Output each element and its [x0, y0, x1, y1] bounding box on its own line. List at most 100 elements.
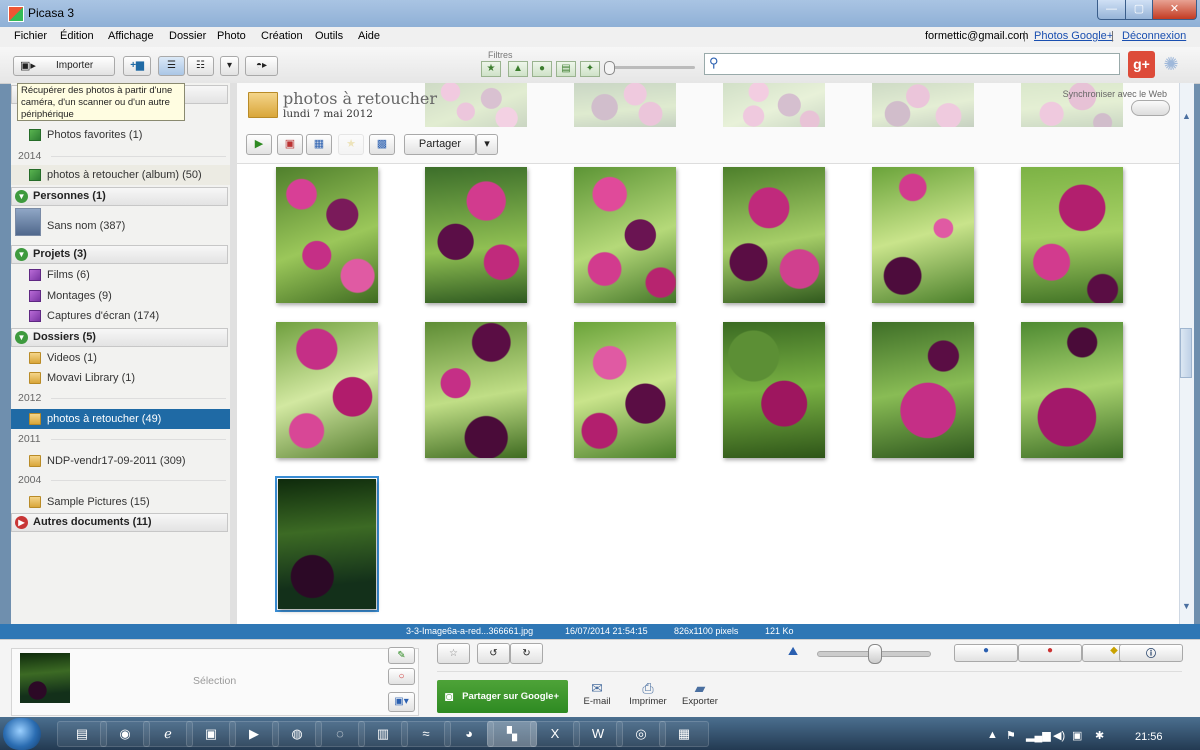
sync-toggle[interactable]: [1131, 100, 1170, 116]
section-projects[interactable]: ▼ Projets (3): [11, 245, 228, 264]
rotate-right-icon[interactable]: ↻: [510, 643, 543, 664]
network-icon[interactable]: ▂▄▆: [1026, 729, 1051, 742]
info-icon[interactable]: ⓘ: [1119, 644, 1183, 662]
pin-icon[interactable]: ✎: [388, 647, 415, 664]
save-icon[interactable]: ▩: [369, 134, 395, 155]
share-dropdown-icon[interactable]: ▾: [476, 134, 498, 155]
sidebar-item-unnamed-person[interactable]: Sans nom (387): [11, 216, 230, 236]
photo-thumbnail[interactable]: [574, 167, 676, 303]
sidebar-item-album-retoucher[interactable]: photos à retoucher (album) (50): [11, 165, 230, 185]
header-faded-photo: [872, 83, 974, 127]
add-to-album-icon[interactable]: ▣▾: [388, 692, 415, 712]
menu-affichage[interactable]: Affichage: [108, 30, 154, 42]
photo-thumbnail-selected[interactable]: [278, 479, 376, 609]
thumbnail-size-knob[interactable]: [868, 644, 882, 664]
close-button[interactable]: ✕: [1152, 0, 1197, 20]
menu-creation[interactable]: Création: [261, 30, 303, 42]
menu-dossier[interactable]: Dossier: [169, 30, 206, 42]
menu-photo[interactable]: Photo: [217, 30, 246, 42]
email-button[interactable]: ✉ E-mail: [574, 680, 620, 707]
start-button-icon[interactable]: [3, 718, 41, 750]
photo-grid-area: photos à retoucher lundi 7 mai 2012 Sync…: [237, 83, 1179, 624]
sidebar-item-movavi[interactable]: Movavi Library (1): [11, 368, 230, 388]
sidebar-item-videos[interactable]: Videos (1): [11, 348, 230, 368]
slideshow-play-icon[interactable]: ▶: [246, 134, 272, 155]
show-hidden-icons-icon[interactable]: ▲: [987, 729, 998, 741]
selection-thumbnail[interactable]: [20, 653, 70, 703]
menu-fichier[interactable]: Fichier: [14, 30, 47, 42]
rotate-left-icon[interactable]: ↺: [477, 643, 510, 664]
scroll-thumb[interactable]: [1180, 328, 1192, 378]
google-plus-icon[interactable]: g+: [1128, 51, 1155, 78]
photo-thumbnail[interactable]: [425, 322, 527, 458]
volume-icon[interactable]: ◀): [1053, 729, 1065, 742]
menu-outils[interactable]: Outils: [315, 30, 343, 42]
photo-thumbnail[interactable]: [1021, 167, 1123, 303]
photo-thumbnail[interactable]: [1021, 322, 1123, 458]
photo-thumbnail[interactable]: [276, 322, 378, 458]
scroll-down-icon[interactable]: ▼: [1182, 601, 1191, 611]
filter-upload-icon[interactable]: ▲: [508, 61, 528, 77]
date-filter-slider[interactable]: [609, 66, 695, 69]
menu-edition[interactable]: Édition: [60, 30, 94, 42]
photos-google-link[interactable]: Photos Google+: [1034, 30, 1113, 42]
sidebar-item-captures[interactable]: Captures d'écran (174): [11, 306, 230, 326]
sidebar-item-films[interactable]: Films (6): [11, 265, 230, 285]
flag-icon[interactable]: ⚑: [1006, 729, 1016, 742]
photo-thumbnail[interactable]: [872, 322, 974, 458]
filter-video-icon[interactable]: ▤: [556, 61, 576, 77]
share-button[interactable]: Partager: [404, 134, 476, 155]
sidebar-item-favorites[interactable]: Photos favorites (1): [11, 125, 230, 145]
filter-people-icon[interactable]: ●: [532, 61, 552, 77]
photo-thumbnail[interactable]: [276, 167, 378, 303]
collage-icon[interactable]: ▣: [277, 134, 303, 155]
section-folders[interactable]: ▼ Dossiers (5): [11, 328, 228, 347]
camera-plus-icon: ◙: [445, 688, 454, 704]
view-dropdown-icon[interactable]: ▾: [220, 56, 239, 76]
print-button[interactable]: ⎙ Imprimer: [625, 680, 671, 707]
filter-star-icon[interactable]: ★: [481, 61, 501, 77]
section-people[interactable]: ▼ Personnes (1): [11, 187, 228, 206]
filter-location-icon[interactable]: ✦: [580, 61, 600, 77]
app-taskbar-icon[interactable]: ▦: [659, 721, 709, 747]
date-filter-knob[interactable]: [604, 61, 615, 75]
device-icon[interactable]: ▣: [1072, 729, 1082, 742]
export-button[interactable]: ▰ Exporter: [677, 680, 723, 707]
divider: [437, 671, 1182, 672]
logout-link[interactable]: Déconnexion: [1122, 30, 1186, 42]
header-faded-photo: [723, 83, 825, 127]
maximize-button[interactable]: ▢: [1125, 0, 1153, 20]
people-panel-icon[interactable]: ●: [954, 644, 1018, 662]
taskbar-clock[interactable]: 21:56: [1135, 731, 1163, 743]
star-icon[interactable]: ★: [338, 134, 364, 155]
photo-thumbnail[interactable]: [574, 322, 676, 458]
share-google-plus-button[interactable]: ◙ Partager sur Google+: [437, 680, 568, 713]
list-view-icon[interactable]: ☷: [187, 56, 214, 76]
account-separator: |: [1023, 30, 1026, 42]
location-pin-icon[interactable]: ●: [1018, 644, 1082, 662]
thumbnail-view-icon[interactable]: ☰: [158, 56, 185, 76]
star-icon[interactable]: ☆: [437, 643, 470, 664]
menu-aide[interactable]: Aide: [358, 30, 380, 42]
scroll-up-icon[interactable]: ▲: [1182, 111, 1191, 121]
photo-thumbnail[interactable]: [723, 322, 825, 458]
bluetooth-icon[interactable]: ✱: [1095, 729, 1104, 742]
photo-thumbnail[interactable]: [425, 167, 527, 303]
import-button[interactable]: ▣▸ Importer: [13, 56, 115, 76]
file-size: 121 Ko: [765, 626, 794, 636]
sidebar-item-montages[interactable]: Montages (9): [11, 286, 230, 306]
photo-tray: ✎ ○ ▣▾ ☆ ↺ ↻ ✉ E-mail ⎙ Imprimer ▰ Expor…: [0, 639, 1200, 718]
people-view-icon[interactable]: ◓▸: [245, 56, 278, 76]
photo-thumbnail[interactable]: [723, 167, 825, 303]
sidebar-item-sample[interactable]: Sample Pictures (15): [11, 492, 230, 512]
minimize-button[interactable]: —: [1097, 0, 1126, 20]
clear-selection-icon[interactable]: ○: [388, 668, 415, 685]
section-other[interactable]: ▶ Autres documents (11): [11, 513, 228, 532]
panel-splitter[interactable]: [230, 83, 237, 624]
sidebar-item-folder-retoucher[interactable]: photos à retoucher (49): [11, 409, 230, 429]
movie-icon[interactable]: ▦: [306, 134, 332, 155]
add-to-album-button[interactable]: +▆: [123, 56, 151, 76]
photo-thumbnail[interactable]: [872, 167, 974, 303]
sidebar-item-ndp[interactable]: NDP-vendr17-09-2011 (309): [11, 451, 230, 471]
search-input[interactable]: ⚲: [704, 53, 1120, 75]
